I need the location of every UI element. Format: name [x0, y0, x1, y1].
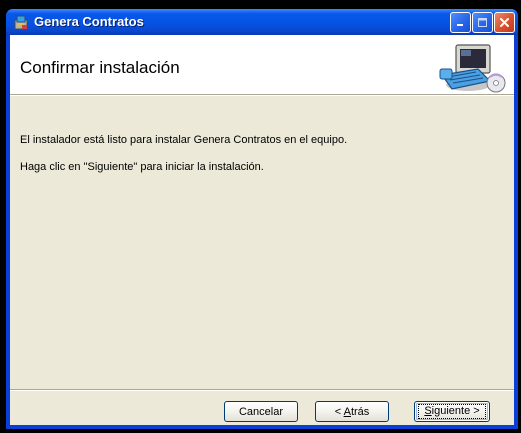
instruction-message: Haga clic en "Siguiente" para iniciar la… [20, 161, 264, 173]
computer-with-cd-icon [439, 44, 506, 93]
close-button[interactable] [494, 12, 515, 33]
next-button[interactable]: Siguiente > [414, 401, 490, 422]
installer-app-icon[interactable] [13, 14, 29, 30]
dialog-header: Confirmar instalación [10, 35, 514, 95]
cancel-button[interactable]: Cancelar [224, 401, 298, 422]
back-button-label: < Atrás [334, 405, 370, 418]
close-icon [500, 18, 509, 27]
footer-separator-highlight [10, 390, 514, 391]
title-bar[interactable]: Genera Contratos [6, 9, 518, 35]
minimize-button[interactable] [450, 12, 471, 33]
page-title: Confirmar instalación [20, 58, 180, 77]
header-divider [10, 95, 514, 96]
dialog-client-area: Confirmar instalación El instalador está… [10, 35, 514, 425]
installer-window: Genera Contratos Confirmar instalación E… [6, 9, 518, 429]
window-title: Genera Contratos [34, 14, 144, 29]
back-button[interactable]: < Atrás [315, 401, 389, 422]
minimize-icon [457, 24, 463, 26]
ready-message: El instalador está listo para instalar G… [20, 134, 348, 146]
cancel-button-label: Cancelar [238, 405, 284, 418]
next-button-label: Siguiente > [418, 404, 486, 419]
maximize-button[interactable] [472, 12, 493, 33]
maximize-icon [478, 18, 487, 27]
